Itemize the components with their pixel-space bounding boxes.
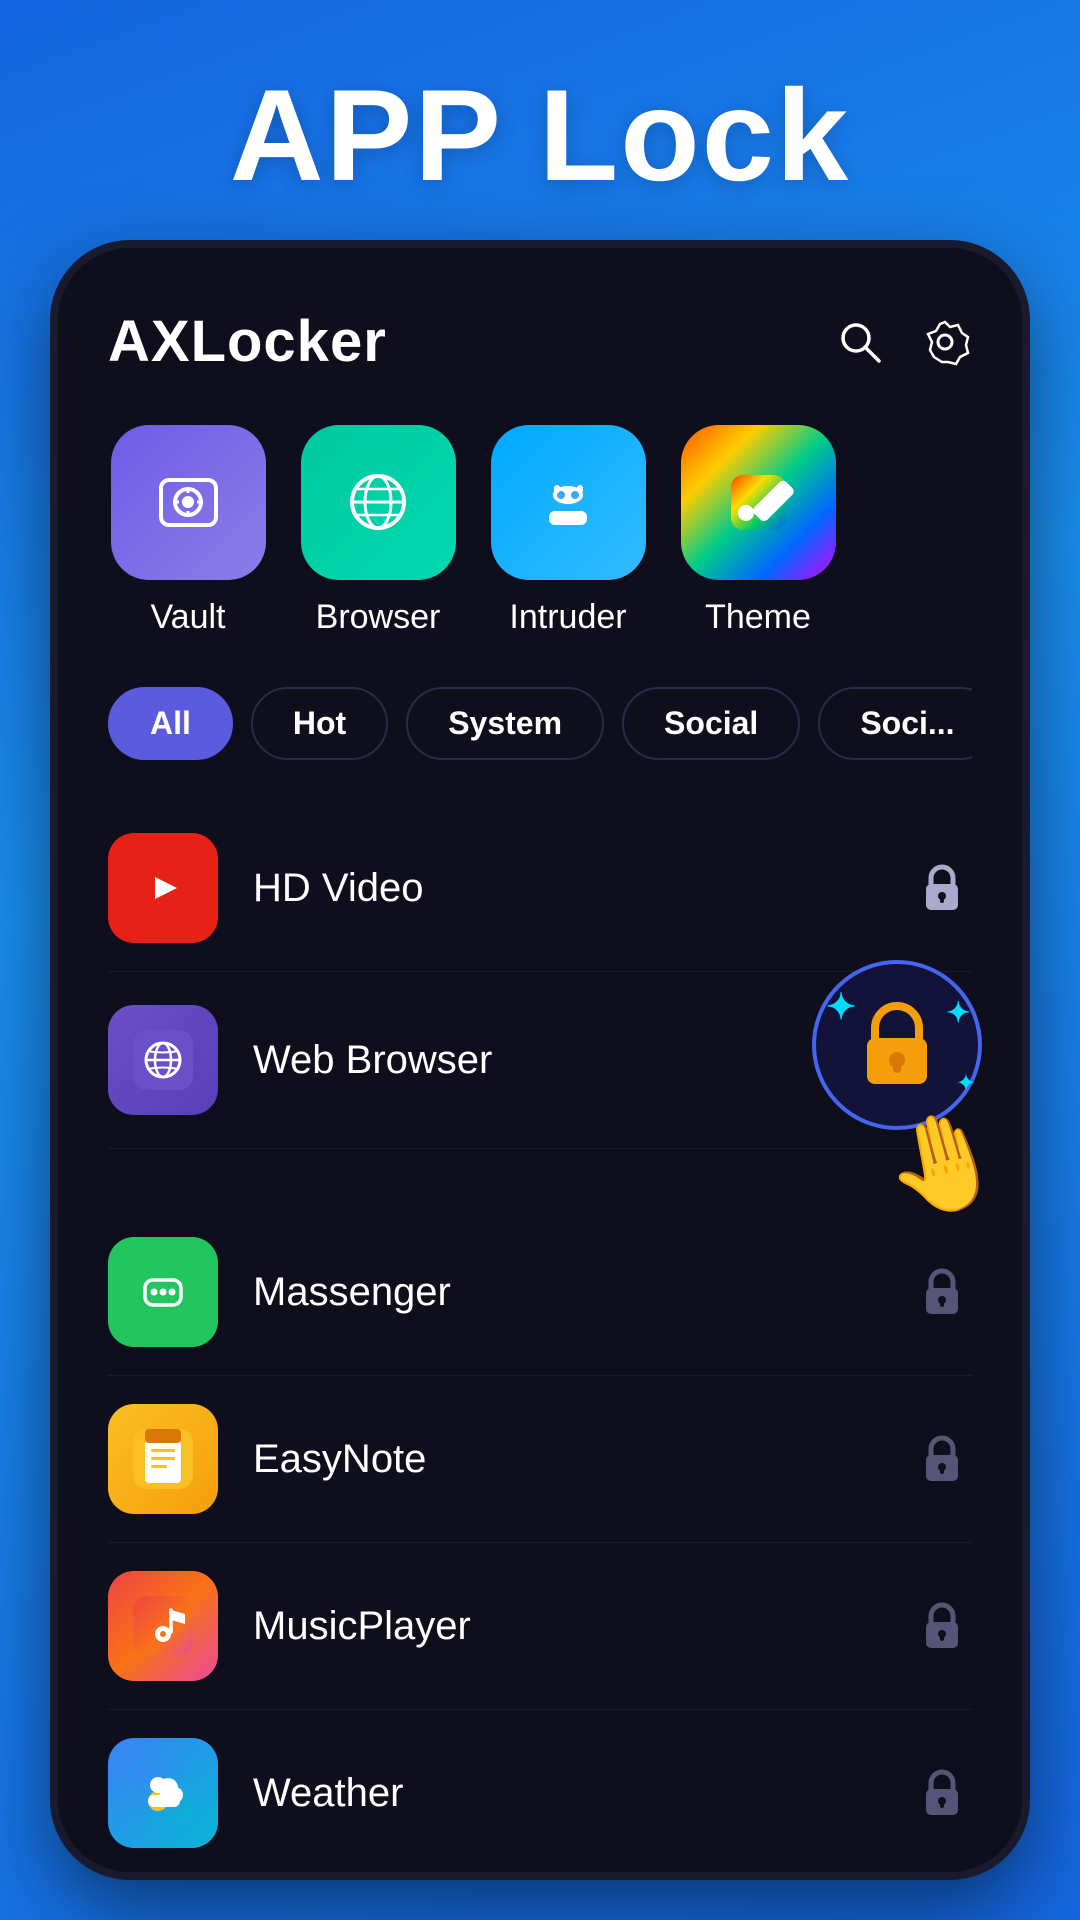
sparkle-right-bottom: ✦	[956, 1069, 976, 1098]
feature-vault[interactable]: Vault	[108, 425, 268, 637]
phone-content: AXLocker	[58, 248, 1022, 1872]
hd-video-icon	[108, 833, 218, 943]
web-browser-name: Web Browser	[253, 1038, 772, 1083]
messenger-lock[interactable]	[912, 1262, 972, 1322]
header: AXLocker	[108, 308, 972, 375]
weather-lock[interactable]	[912, 1763, 972, 1823]
messenger-icon	[108, 1237, 218, 1347]
filter-all[interactable]: All	[108, 687, 233, 760]
intruder-icon	[491, 425, 646, 580]
browser-icon	[301, 425, 456, 580]
theme-label: Theme	[705, 598, 811, 637]
feature-intruder[interactable]: Intruder	[488, 425, 648, 637]
app-item-web-browser[interactable]: Web Browser ✦ ✦	[108, 972, 972, 1149]
hd-video-name: HD Video	[253, 866, 912, 911]
app-title: APP Lock	[0, 60, 1080, 210]
app-title-section: APP Lock	[0, 0, 1080, 260]
app-list: HD Video	[108, 805, 972, 1872]
feature-theme[interactable]: Theme	[678, 425, 838, 637]
app-item-messenger[interactable]: Massenger	[108, 1209, 972, 1376]
features-row: Vault Browser	[108, 425, 972, 637]
music-player-name: MusicPlayer	[253, 1604, 912, 1649]
app-logo: AXLocker	[108, 308, 387, 375]
app-item-easy-note[interactable]: EasyNote	[108, 1376, 972, 1543]
sparkle-left: ✦	[826, 986, 856, 1028]
app-item-weather[interactable]: Weather	[108, 1710, 972, 1872]
web-browser-icon	[108, 1005, 218, 1115]
easy-note-lock[interactable]	[912, 1429, 972, 1489]
music-player-icon	[108, 1571, 218, 1681]
easy-note-name: EasyNote	[253, 1437, 912, 1482]
filter-tabs: All Hot System Social Soci...	[108, 687, 972, 760]
easy-note-icon	[108, 1404, 218, 1514]
weather-icon	[108, 1738, 218, 1848]
vault-icon	[111, 425, 266, 580]
settings-icon[interactable]	[917, 314, 972, 369]
sparkle-right-top: ✦	[947, 996, 970, 1029]
header-icons	[832, 314, 972, 369]
active-lock-container[interactable]: ✦ ✦ ✦ 🤚	[772, 1000, 972, 1120]
filter-system[interactable]: System	[406, 687, 604, 760]
phone-frame: AXLocker	[50, 240, 1030, 1880]
filter-social[interactable]: Social	[622, 687, 800, 760]
messenger-name: Massenger	[253, 1270, 912, 1315]
intruder-label: Intruder	[509, 598, 626, 637]
theme-icon	[681, 425, 836, 580]
filter-social2[interactable]: Soci...	[818, 687, 972, 760]
vault-label: Vault	[151, 598, 226, 637]
browser-label: Browser	[316, 598, 441, 637]
hd-video-lock[interactable]	[912, 858, 972, 918]
weather-name: Weather	[253, 1771, 912, 1816]
music-player-lock[interactable]	[912, 1596, 972, 1656]
app-item-hd-video[interactable]: HD Video	[108, 805, 972, 972]
filter-hot[interactable]: Hot	[251, 687, 388, 760]
feature-browser[interactable]: Browser	[298, 425, 458, 637]
app-item-music-player[interactable]: MusicPlayer	[108, 1543, 972, 1710]
search-icon[interactable]	[832, 314, 887, 369]
